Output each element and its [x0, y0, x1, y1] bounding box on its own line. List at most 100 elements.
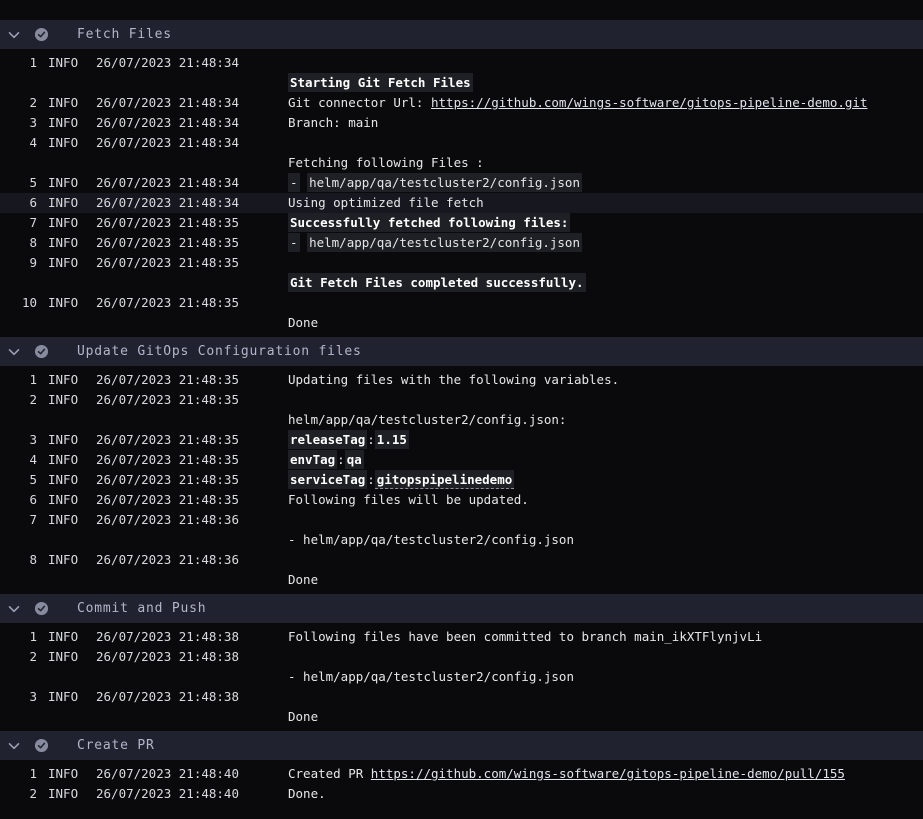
log-timestamp: 26/07/2023 21:48:34: [96, 173, 288, 193]
log-line[interactable]: 9INFO26/07/2023 21:48:35Git Fetch Files …: [0, 253, 923, 293]
log-line[interactable]: 2INFO26/07/2023 21:48:35helm/app/qa/test…: [0, 390, 923, 430]
section-header-commit-and-push[interactable]: Commit and Push: [0, 594, 923, 623]
line-number: 1: [0, 627, 37, 647]
line-number: 8: [0, 233, 37, 253]
log-message: Done: [288, 550, 923, 590]
top-strip: [0, 0, 923, 20]
log-line[interactable]: 7INFO26/07/2023 21:48:36- helm/app/qa/te…: [0, 510, 923, 550]
log-level: INFO: [48, 93, 96, 113]
log-timestamp: 26/07/2023 21:48:35: [96, 293, 288, 333]
log-timestamp: 26/07/2023 21:48:35: [96, 253, 288, 293]
log-text-segment: [300, 235, 308, 250]
log-line[interactable]: 5INFO26/07/2023 21:48:34- helm/app/qa/te…: [0, 173, 923, 193]
log-level: INFO: [48, 370, 96, 390]
log-message-line: [288, 687, 923, 707]
log-line[interactable]: 5INFO26/07/2023 21:48:35serviceTag:gitop…: [0, 470, 923, 490]
log-link[interactable]: https://github.com/wings-software/gitops…: [431, 95, 868, 110]
log-line[interactable]: 4INFO26/07/2023 21:48:35envTag:qa: [0, 450, 923, 470]
log-level: INFO: [48, 293, 96, 333]
log-message-line: Using optimized file fetch: [288, 193, 923, 213]
log-level: INFO: [48, 113, 96, 133]
log-level: INFO: [48, 450, 96, 470]
log-line[interactable]: 3INFO26/07/2023 21:48:34Branch: main: [0, 113, 923, 133]
log-line[interactable]: 2INFO26/07/2023 21:48:40Done.: [0, 784, 923, 804]
log-line[interactable]: 7INFO26/07/2023 21:48:35Successfully fet…: [0, 213, 923, 233]
log-message: Successfully fetched following files:: [288, 213, 923, 233]
log-level: INFO: [48, 510, 96, 550]
log-message-line: [288, 550, 923, 570]
section-log-block: 1INFO26/07/2023 21:48:40Created PR https…: [0, 760, 923, 808]
line-number: 1: [0, 53, 37, 93]
log-line[interactable]: 1 INFO26/07/2023 21:48:34Starting Git Fet…: [0, 53, 923, 93]
section-title: Update GitOps Configuration files: [77, 344, 362, 359]
line-number: 4: [0, 133, 37, 173]
log-message-line: - helm/app/qa/testcluster2/config.json: [288, 530, 923, 550]
log-level: INFO: [48, 133, 96, 173]
log-text-segment: gitopspipelinedemo: [375, 470, 514, 489]
chevron-down-icon[interactable]: [6, 738, 22, 754]
log-line-highlighted[interactable]: 6INFO26/07/2023 21:48:34Using optimized …: [0, 193, 923, 213]
log-timestamp: 26/07/2023 21:48:38: [96, 647, 288, 687]
section-header-create-pr[interactable]: Create PR: [0, 731, 923, 760]
line-number: 6: [0, 490, 37, 510]
chevron-down-icon[interactable]: [6, 27, 22, 43]
log-link[interactable]: https://github.com/wings-software/gitops…: [371, 766, 845, 781]
section-header-update-gitops-configuration-files[interactable]: Update GitOps Configuration files: [0, 337, 923, 366]
log-timestamp: 26/07/2023 21:48:36: [96, 550, 288, 590]
line-number: 5: [0, 173, 37, 193]
log-message: serviceTag:gitopspipelinedemo: [288, 470, 923, 490]
log-message: Done.: [288, 784, 923, 804]
log-message-line: [288, 53, 923, 73]
log-line[interactable]: 8INFO26/07/2023 21:48:36Done: [0, 550, 923, 590]
line-number: 10: [0, 293, 37, 333]
line-number: 2: [0, 390, 37, 430]
log-message-line: Git connector Url: https://github.com/wi…: [288, 93, 923, 113]
log-message: - helm/app/qa/testcluster2/config.json: [288, 647, 923, 687]
log-message-line: Created PR https://github.com/wings-soft…: [288, 764, 923, 784]
log-section: Create PR 1INFO26/07/2023 21:48:40Create…: [0, 731, 923, 808]
log-line[interactable]: 6INFO26/07/2023 21:48:35Following files …: [0, 490, 923, 510]
log-text-segment: 1.15: [375, 430, 409, 449]
log-timestamp: 26/07/2023 21:48:35: [96, 233, 288, 253]
log-message: Starting Git Fetch Files: [288, 53, 923, 93]
log-level: INFO: [48, 390, 96, 430]
log-sections: Fetch Files 1INFO26/07/2023 21:48:34Star…: [0, 20, 923, 808]
log-message-line: Following files will be updated.: [288, 490, 923, 510]
log-text-segment: Starting Git Fetch Files: [288, 73, 473, 92]
log-line[interactable]: 1INFO26/07/2023 21:48:40Created PR https…: [0, 764, 923, 784]
chevron-down-icon[interactable]: [6, 344, 22, 360]
log-line[interactable]: 3INFO26/07/2023 21:48:38Done: [0, 687, 923, 727]
log-text-segment: serviceTag: [288, 470, 367, 489]
log-text-segment: :: [337, 452, 345, 467]
log-text-segment: helm/app/qa/testcluster2/config.json: [307, 173, 582, 192]
log-line[interactable]: 8INFO26/07/2023 21:48:35- helm/app/qa/te…: [0, 233, 923, 253]
log-section: Fetch Files 1INFO26/07/2023 21:48:34Star…: [0, 20, 923, 337]
log-timestamp: 26/07/2023 21:48:38: [96, 687, 288, 727]
log-text-segment: releaseTag: [288, 430, 367, 449]
log-line[interactable]: 4INFO26/07/2023 21:48:34Fetching followi…: [0, 133, 923, 173]
section-log-block: 1INFO26/07/2023 21:48:35Updating files w…: [0, 366, 923, 594]
line-number: 1: [0, 370, 37, 390]
log-line[interactable]: 1INFO26/07/2023 21:48:35Updating files w…: [0, 370, 923, 390]
log-line[interactable]: 3INFO26/07/2023 21:48:35releaseTag:1.15: [0, 430, 923, 450]
log-timestamp: 26/07/2023 21:48:34: [96, 193, 288, 213]
log-level: INFO: [48, 647, 96, 687]
chevron-down-icon[interactable]: [6, 601, 22, 617]
log-text-segment: Fetching following Files :: [288, 155, 484, 170]
log-timestamp: 26/07/2023 21:48:35: [96, 213, 288, 233]
log-line[interactable]: 2INFO26/07/2023 21:48:34Git connector Ur…: [0, 93, 923, 113]
log-message-line: serviceTag:gitopspipelinedemo: [288, 470, 923, 490]
log-message: Following files have been committed to b…: [288, 627, 923, 647]
log-line[interactable]: 10INFO26/07/2023 21:48:35Done: [0, 293, 923, 333]
log-timestamp: 26/07/2023 21:48:34: [96, 53, 288, 93]
log-console: Fetch Files 1INFO26/07/2023 21:48:34Star…: [0, 0, 923, 819]
log-line[interactable]: 1INFO26/07/2023 21:48:38Following files …: [0, 627, 923, 647]
log-message-line: Branch: main: [288, 113, 923, 133]
section-header-fetch-files[interactable]: Fetch Files: [0, 20, 923, 49]
log-timestamp: 26/07/2023 21:48:35: [96, 370, 288, 390]
log-line[interactable]: 2INFO26/07/2023 21:48:38- helm/app/qa/te…: [0, 647, 923, 687]
log-level: INFO: [48, 53, 96, 93]
log-level: INFO: [48, 764, 96, 784]
log-timestamp: 26/07/2023 21:48:40: [96, 764, 288, 784]
log-level: INFO: [48, 470, 96, 490]
